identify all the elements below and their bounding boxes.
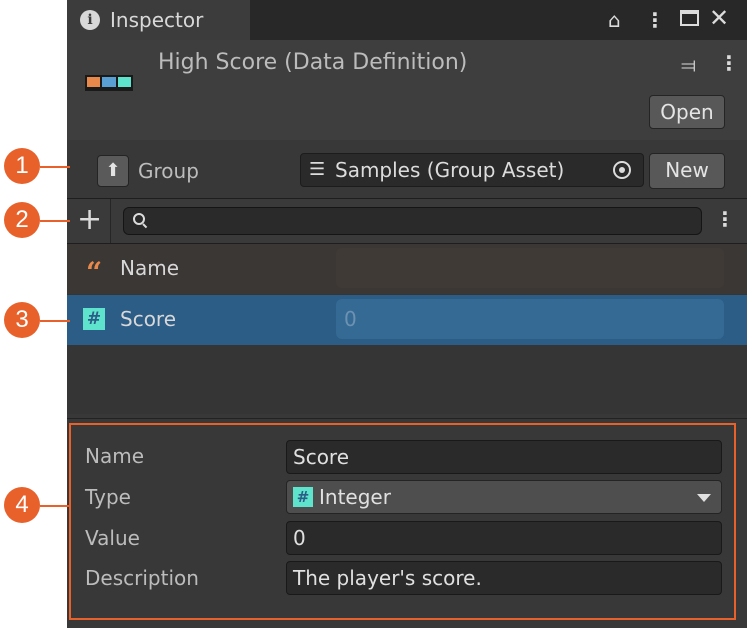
- settings-sliders-icon[interactable]: ⫤: [681, 53, 696, 77]
- open-button[interactable]: Open: [649, 95, 725, 129]
- maximize-icon[interactable]: [680, 10, 699, 26]
- group-row: ⬆ Group ☰ Samples (Group Asset): [67, 150, 747, 194]
- group-object-field[interactable]: ☰ Samples (Group Asset): [300, 153, 644, 187]
- arrow-up-icon: ⬆: [105, 160, 121, 181]
- asset-title: High Score (Data Definition): [158, 50, 468, 75]
- callout-line: [40, 220, 70, 222]
- go-to-group-button[interactable]: ⬆: [97, 155, 129, 187]
- add-icon[interactable]: +: [77, 203, 102, 237]
- integer-hash-icon: #: [293, 486, 313, 507]
- new-group-button[interactable]: New: [649, 153, 725, 189]
- lock-icon[interactable]: ⌂: [608, 6, 621, 34]
- tab-bar: i Inspector ⌂ ⋮ ✕: [67, 0, 747, 40]
- type-dropdown-value: Integer: [319, 485, 391, 509]
- integer-hash-icon: #: [83, 308, 105, 330]
- group-asset-icon: ☰: [309, 159, 326, 180]
- asset-header: High Score (Data Definition) ⫤ ⋮ Open: [67, 40, 747, 140]
- string-quote-icon: “: [85, 256, 103, 289]
- inspector-panel: i Inspector ⌂ ⋮ ✕ High Score (Data Defin…: [67, 0, 747, 628]
- callout-1: 1: [4, 148, 40, 184]
- kebab-menu-icon[interactable]: ⋮: [645, 6, 665, 34]
- description-field-label: Description: [85, 566, 199, 590]
- list-item-selected[interactable]: # Score 0: [67, 295, 747, 345]
- asset-icon-segment: [117, 77, 131, 87]
- header-menu-icon[interactable]: ⋮: [719, 51, 739, 75]
- toolbar-menu-icon[interactable]: ⋮: [715, 207, 735, 231]
- type-field-label: Type: [85, 485, 131, 509]
- asset-icon-segment: [87, 77, 101, 87]
- info-icon: i: [80, 10, 100, 30]
- name-field-label: Name: [85, 444, 145, 468]
- object-picker-icon[interactable]: [613, 161, 631, 179]
- callout-3: 3: [4, 302, 40, 338]
- search-input[interactable]: [123, 207, 702, 235]
- name-field[interactable]: Score: [286, 440, 722, 474]
- list-item-label: Score: [120, 307, 177, 331]
- callout-2: 2: [4, 202, 40, 238]
- details-section: Name Score Type # Integer Value 0 Descrip…: [67, 418, 747, 628]
- callout-4: 4: [4, 487, 40, 523]
- callout-line: [40, 166, 70, 168]
- type-dropdown[interactable]: # Integer: [286, 480, 722, 514]
- list-item[interactable]: “ Name: [67, 244, 747, 294]
- list-item-value[interactable]: [336, 248, 724, 288]
- tab-title: Inspector: [110, 8, 204, 32]
- list-item-value[interactable]: 0: [336, 299, 724, 339]
- chevron-down-icon: [697, 494, 711, 502]
- value-field[interactable]: 0: [286, 521, 722, 555]
- callout-line: [40, 505, 70, 507]
- toolbar-separator: [110, 199, 111, 243]
- close-icon[interactable]: ✕: [709, 4, 729, 32]
- data-definition-icon: [85, 75, 133, 91]
- tab-inspector[interactable]: i Inspector: [67, 0, 250, 40]
- description-field[interactable]: The player's score.: [286, 561, 722, 595]
- callout-line: [40, 320, 70, 322]
- group-field-value: Samples (Group Asset): [335, 158, 565, 182]
- definition-list: “ Name # Score 0: [67, 244, 747, 414]
- group-label: Group: [138, 159, 199, 183]
- list-item-label: Name: [120, 256, 180, 280]
- list-toolbar: + ⋮: [67, 199, 747, 243]
- value-field-label: Value: [85, 526, 140, 550]
- search-icon: [133, 213, 145, 225]
- asset-icon-segment: [102, 77, 116, 87]
